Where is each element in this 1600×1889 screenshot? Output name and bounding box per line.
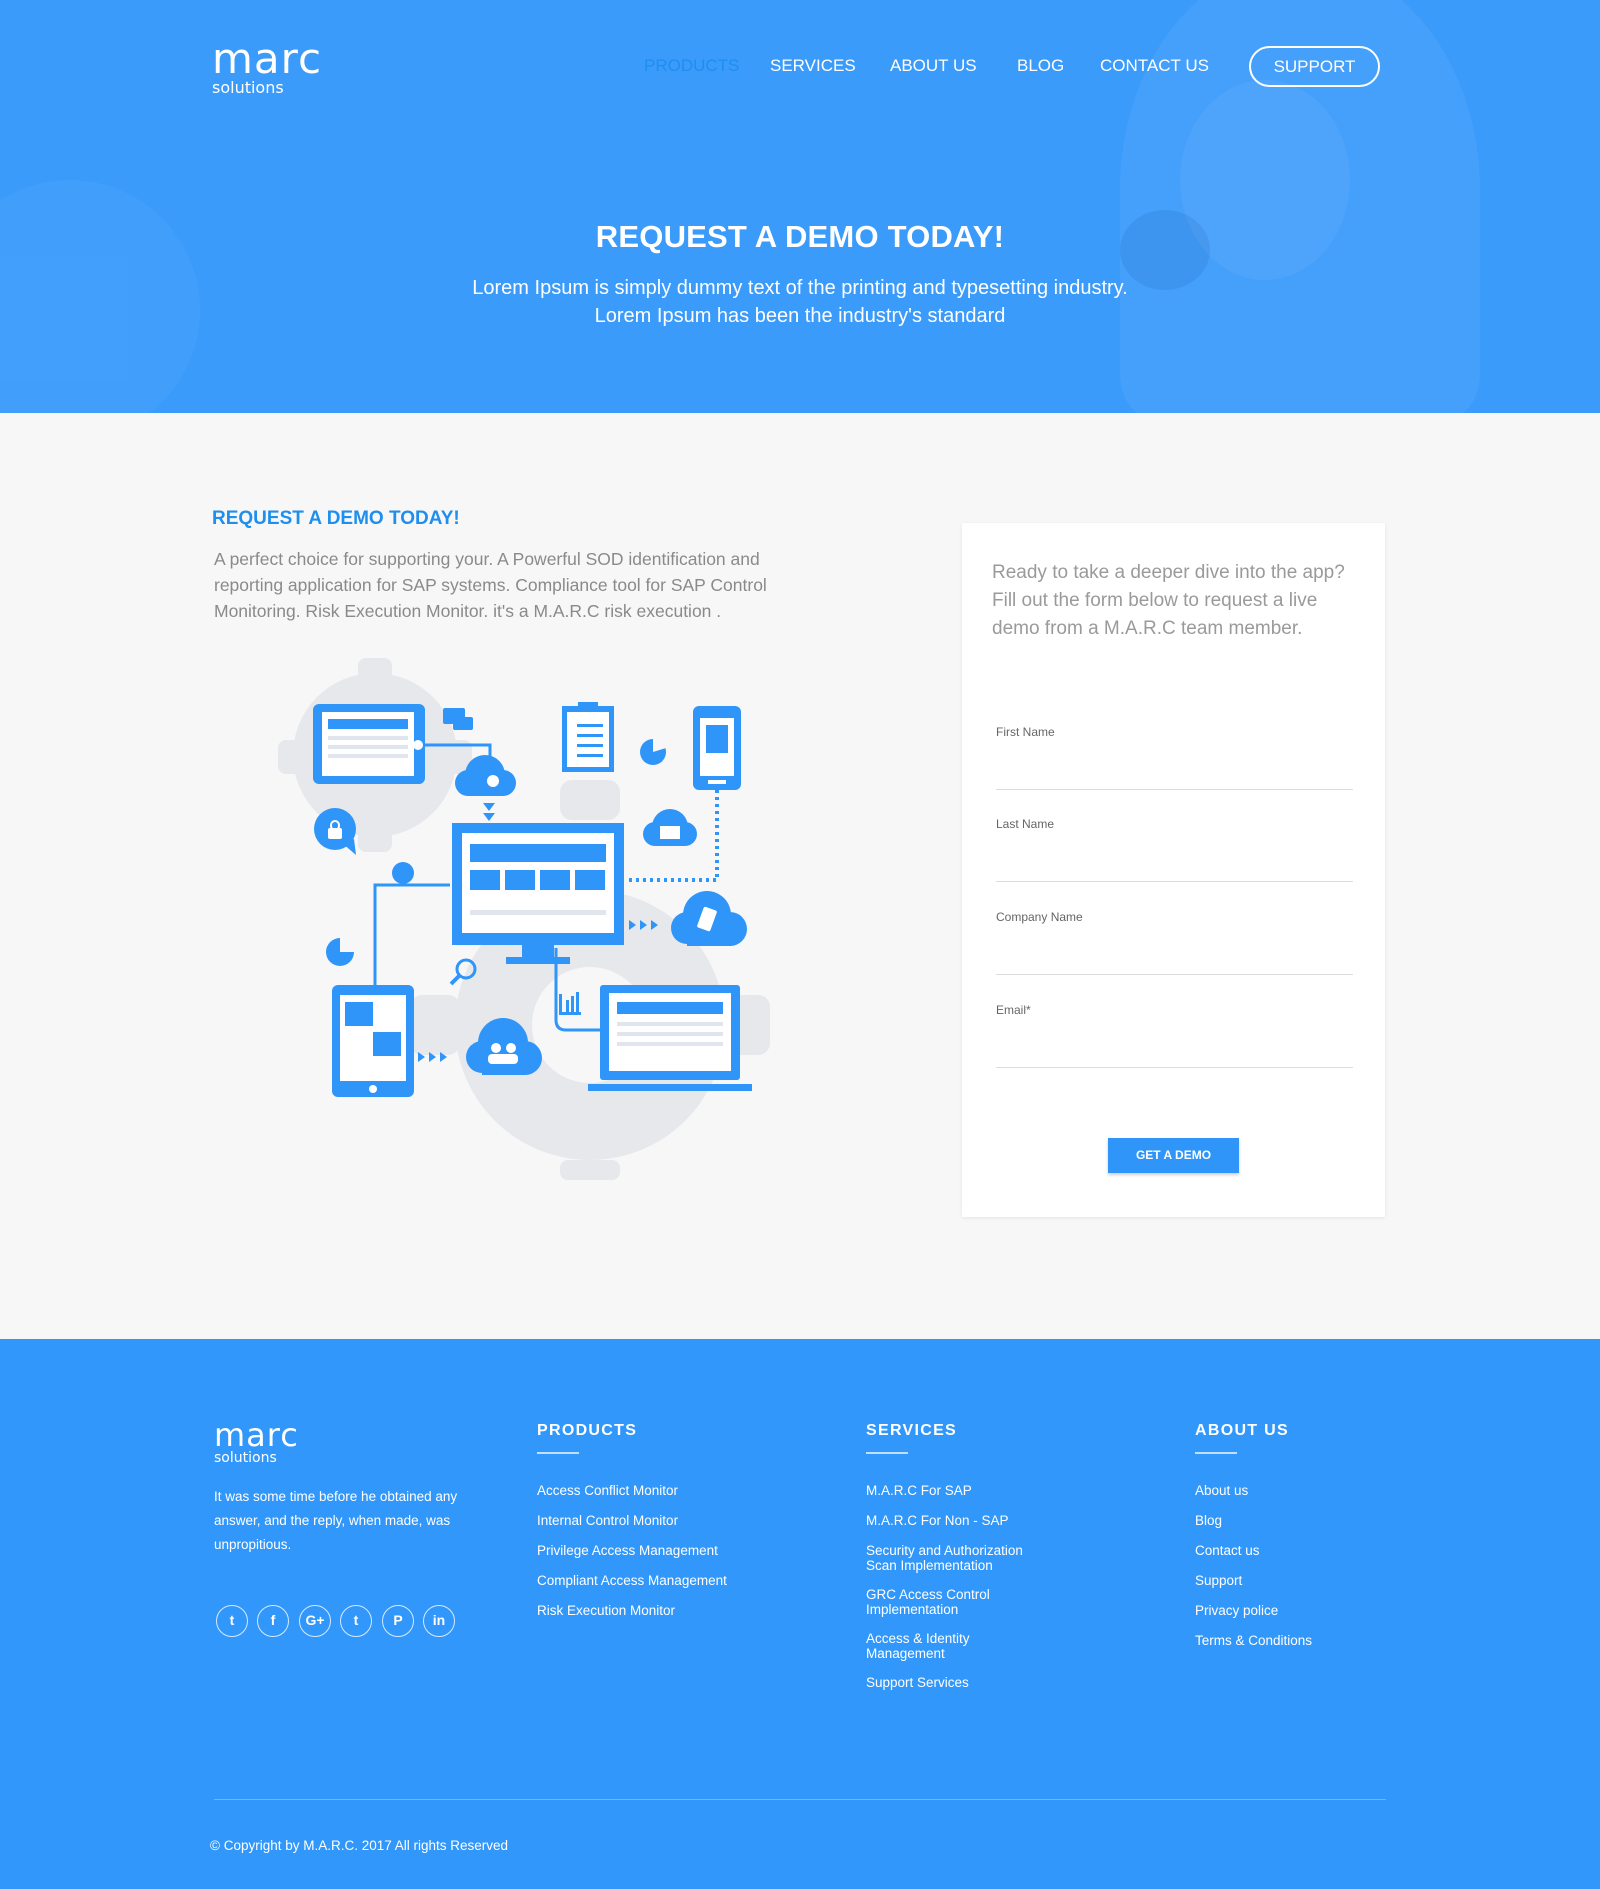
facebook-icon[interactable]: f bbox=[257, 1605, 289, 1637]
cloud-mail-icon bbox=[643, 809, 697, 846]
tumblr-icon[interactable]: t bbox=[340, 1605, 372, 1637]
hero-background-blur bbox=[0, 180, 200, 413]
email-label: Email* bbox=[996, 1003, 1031, 1017]
lock-bubble-icon bbox=[314, 808, 356, 855]
heading-underline bbox=[1195, 1452, 1237, 1454]
tablet-portrait-icon bbox=[332, 985, 414, 1097]
nav-about-us[interactable]: ABOUT US bbox=[890, 56, 977, 76]
footer-link-risk-execution-monitor[interactable]: Risk Execution Monitor bbox=[537, 1603, 675, 1618]
footer-link-marc-for-sap[interactable]: M.A.R.C For SAP bbox=[866, 1483, 972, 1498]
first-name-label: First Name bbox=[996, 725, 1055, 739]
phone-icon bbox=[693, 706, 741, 790]
footer-logo[interactable]: marc solutions bbox=[214, 1419, 299, 1465]
company-name-input[interactable] bbox=[996, 934, 1353, 958]
form-intro: Ready to take a deeper dive into the app… bbox=[992, 562, 1345, 639]
footer: marc solutions It was some time before h… bbox=[0, 1339, 1600, 1889]
nav-services[interactable]: SERVICES bbox=[770, 56, 856, 76]
company-name-label: Company Name bbox=[996, 910, 1083, 924]
footer-logo-mark: marc bbox=[214, 1416, 299, 1454]
tablet-landscape-icon bbox=[313, 704, 425, 784]
footer-link-privacy-police[interactable]: Privacy police bbox=[1195, 1603, 1278, 1618]
first-name-input[interactable] bbox=[996, 749, 1353, 773]
footer-link-internal-control-monitor[interactable]: Internal Control Monitor bbox=[537, 1513, 678, 1528]
footer-products-heading: PRODUCTS bbox=[537, 1422, 637, 1454]
copyright-text: © Copyright by M.A.R.C. 2017 All rights … bbox=[210, 1838, 509, 1853]
demo-form: Ready to take a deeper dive into the app… bbox=[962, 523, 1385, 1217]
footer-link-privilege-access-management[interactable]: Privilege Access Management bbox=[537, 1543, 718, 1558]
network-illustration bbox=[278, 658, 770, 1180]
email-field: Email* bbox=[996, 1003, 1353, 1068]
footer-divider bbox=[214, 1799, 1386, 1800]
company-name-field: Company Name bbox=[996, 910, 1353, 975]
footer-link-about-us[interactable]: About us bbox=[1195, 1483, 1248, 1498]
footer-about-heading-label: ABOUT US bbox=[1195, 1422, 1289, 1439]
last-name-label: Last Name bbox=[996, 817, 1055, 831]
heading-underline bbox=[866, 1452, 908, 1454]
nav-products[interactable]: PRODUCTS bbox=[644, 56, 739, 76]
section-title: REQUEST A DEMO TODAY! bbox=[212, 508, 460, 529]
footer-link-support[interactable]: Support bbox=[1195, 1573, 1242, 1588]
footer-link-contact-us[interactable]: Contact us bbox=[1195, 1543, 1260, 1558]
pinterest-icon[interactable]: P bbox=[382, 1605, 414, 1637]
hero-title: REQUEST A DEMO TODAY! bbox=[595, 219, 1005, 254]
last-name-field: Last Name bbox=[996, 817, 1353, 882]
footer-services-heading-label: SERVICES bbox=[866, 1422, 958, 1439]
cloud-phone-icon bbox=[671, 891, 747, 946]
nav-blog[interactable]: BLOG bbox=[1017, 56, 1064, 76]
footer-link-security-authorization-scan[interactable]: Security and Authorization Scan Implemen… bbox=[866, 1543, 1023, 1573]
clipboard-icon bbox=[562, 702, 614, 772]
footer-link-grc-access-control[interactable]: GRC Access Control Implementation bbox=[866, 1587, 990, 1617]
footer-link-compliant-access-management[interactable]: Compliant Access Management bbox=[537, 1573, 727, 1588]
email-input[interactable] bbox=[996, 1027, 1353, 1051]
nav-contact-us[interactable]: CONTACT US bbox=[1100, 56, 1209, 76]
laptop-icon bbox=[588, 985, 752, 1091]
footer-about-text: It was some time before he obtained any … bbox=[214, 1489, 458, 1552]
footer-services-heading: SERVICES bbox=[866, 1422, 957, 1454]
footer-link-access-identity-management[interactable]: Access & Identity Management bbox=[866, 1631, 970, 1661]
linkedin-icon[interactable]: in bbox=[423, 1605, 455, 1637]
footer-link-support-services[interactable]: Support Services bbox=[866, 1675, 969, 1690]
first-name-field: First Name bbox=[996, 725, 1353, 790]
twitter-icon[interactable]: t bbox=[216, 1605, 248, 1637]
footer-link-terms-conditions[interactable]: Terms & Conditions bbox=[1195, 1633, 1312, 1648]
monitor-icon bbox=[452, 823, 624, 964]
support-button[interactable]: SUPPORT bbox=[1249, 46, 1380, 87]
footer-about-heading: ABOUT US bbox=[1195, 1422, 1289, 1454]
last-name-input[interactable] bbox=[996, 841, 1353, 865]
footer-products-heading-label: PRODUCTS bbox=[537, 1422, 638, 1439]
google-plus-icon[interactable]: G+ bbox=[299, 1605, 331, 1637]
heading-underline bbox=[537, 1452, 579, 1454]
hero-banner: marc solutions PRODUCTS SERVICES ABOUT U… bbox=[0, 0, 1600, 413]
footer-link-blog[interactable]: Blog bbox=[1195, 1513, 1222, 1528]
section-description: A perfect choice for supporting your. A … bbox=[214, 549, 767, 621]
footer-link-access-conflict-monitor[interactable]: Access Conflict Monitor bbox=[537, 1483, 678, 1498]
footer-link-marc-for-non-sap[interactable]: M.A.R.C For Non - SAP bbox=[866, 1513, 1009, 1528]
get-demo-button[interactable]: GET A DEMO bbox=[1108, 1138, 1239, 1173]
hero-subtitle: Lorem Ipsum is simply dummy text of the … bbox=[472, 277, 1128, 327]
